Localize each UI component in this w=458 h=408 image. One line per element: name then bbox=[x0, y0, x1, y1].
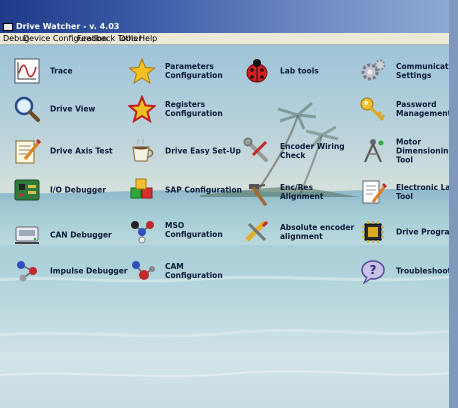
tool-can-debugger[interactable]: CAN Debugger bbox=[13, 221, 118, 249]
menu-help[interactable]: Help bbox=[139, 34, 157, 43]
tool-enc-res-alignment-label: Enc/Res Alignment bbox=[280, 183, 324, 201]
gears-icon bbox=[361, 59, 386, 81]
io-board-icon bbox=[14, 179, 40, 201]
tool-cam-configuration-label: CAM Configuration bbox=[165, 262, 223, 280]
title-bar: Drive Watcher - v. 4.03 bbox=[0, 0, 449, 33]
tool-encoder-wiring-check[interactable]: Encoder Wiring Check bbox=[243, 137, 353, 165]
tool-electronic-label-tool[interactable]: Electronic Label Tool bbox=[359, 178, 449, 206]
red-star-icon bbox=[128, 95, 156, 123]
trace-icon bbox=[14, 58, 40, 84]
tool-mso-configuration[interactable]: MSO Configuration bbox=[128, 216, 238, 244]
tool-sap-configuration-label: SAP Configuration bbox=[165, 185, 242, 195]
tool-io-debugger-label: I/O Debugger bbox=[50, 185, 107, 195]
tool-registers-configuration[interactable]: Registers Configuration bbox=[128, 95, 238, 123]
ladybug-icon bbox=[246, 59, 268, 83]
tool-communication-settings[interactable]: Communication Settings bbox=[359, 57, 449, 85]
screwdriver-wrench-icon bbox=[243, 137, 268, 162]
can-device-icon bbox=[15, 226, 39, 244]
tool-drive-view-label: Drive View bbox=[50, 104, 96, 114]
tool-password-management-label: Password Management bbox=[396, 100, 449, 118]
tool-io-debugger[interactable]: I/O Debugger bbox=[13, 176, 118, 204]
tool-sap-configuration[interactable]: SAP Configuration bbox=[128, 176, 242, 204]
hammer-icon bbox=[249, 184, 267, 206]
tool-cam-configuration[interactable]: CAM Configuration bbox=[128, 257, 238, 285]
tool-lab-tools[interactable]: Lab tools bbox=[243, 57, 353, 85]
tool-trace-label: Trace bbox=[50, 66, 73, 76]
main-window: Drive Watcher - v. 4.03 Debug Device Con… bbox=[0, 0, 449, 408]
tool-parameters-configuration[interactable]: Parameters Configuration bbox=[128, 57, 238, 85]
window-title: Drive Watcher - v. 4.03 bbox=[16, 22, 120, 31]
tool-password-management[interactable]: Password Management bbox=[359, 95, 449, 123]
label-pencil-icon bbox=[362, 180, 387, 204]
tool-drive-axis-test[interactable]: Drive Axis Test bbox=[13, 137, 118, 165]
app-icon bbox=[3, 23, 13, 31]
tool-drive-axis-test-label: Drive Axis Test bbox=[50, 146, 113, 156]
tool-drive-easy-setup-label: Drive Easy Set-Up bbox=[165, 146, 241, 156]
tool-motor-dimensioning-tool[interactable]: Motor Dimensioning Tool bbox=[359, 137, 449, 165]
tool-registers-configuration-label: Registers Configuration bbox=[165, 100, 223, 118]
compass-icon bbox=[364, 139, 384, 163]
tool-troubleshooting[interactable]: ? Troubleshooting bbox=[359, 257, 449, 285]
tool-drive-programmer[interactable]: Drive Programmer bbox=[359, 218, 449, 246]
molecule-icon bbox=[131, 221, 154, 244]
tool-absolute-encoder-alignment-label: Absolute encoder alignment bbox=[280, 223, 355, 241]
tool-drive-view[interactable]: Drive View bbox=[13, 95, 118, 123]
star-icon bbox=[128, 57, 156, 85]
tool-can-debugger-label: CAN Debugger bbox=[50, 230, 112, 240]
key-icon bbox=[360, 97, 386, 122]
menu-bar: Debug Device Configuration Feedback Tool… bbox=[0, 33, 449, 45]
tool-drive-easy-setup[interactable]: Drive Easy Set-Up bbox=[128, 137, 241, 165]
tool-mso-configuration-label: MSO Configuration bbox=[165, 221, 223, 239]
tool-encoder-wiring-check-label: Encoder Wiring Check bbox=[280, 142, 345, 160]
tool-impulse-debugger-label: Impulse Debugger bbox=[50, 266, 128, 276]
chip-icon bbox=[362, 221, 384, 243]
cubes-icon bbox=[130, 178, 153, 199]
svg-text:?: ? bbox=[370, 263, 377, 277]
axis-test-icon bbox=[15, 138, 41, 164]
tool-drive-programmer-label: Drive Programmer bbox=[396, 227, 449, 237]
tool-communication-settings-label: Communication Settings bbox=[396, 62, 449, 80]
molecule-icon bbox=[132, 261, 155, 280]
molecule-icon bbox=[17, 261, 37, 282]
tool-lab-tools-label: Lab tools bbox=[280, 66, 319, 76]
tool-absolute-encoder-alignment[interactable]: Absolute encoder alignment bbox=[243, 218, 354, 246]
tool-electronic-label-tool-label: Electronic Label Tool bbox=[396, 183, 449, 201]
tool-enc-res-alignment[interactable]: Enc/Res Alignment bbox=[243, 178, 353, 206]
question-bubble-icon: ? bbox=[361, 260, 385, 285]
tool-trace[interactable]: Trace bbox=[13, 57, 118, 85]
ruler-tools-icon bbox=[245, 220, 269, 242]
tool-troubleshooting-label: Troubleshooting bbox=[396, 266, 449, 276]
coffee-cup-icon bbox=[132, 138, 154, 162]
tool-parameters-configuration-label: Parameters Configuration bbox=[165, 62, 223, 80]
tool-panel: Trace Drive View Drive Axis Test I/O Deb… bbox=[0, 45, 449, 408]
tool-impulse-debugger[interactable]: Impulse Debugger bbox=[13, 257, 128, 285]
tool-motor-dimensioning-tool-label: Motor Dimensioning Tool bbox=[396, 137, 449, 165]
magnifier-icon bbox=[14, 96, 40, 122]
